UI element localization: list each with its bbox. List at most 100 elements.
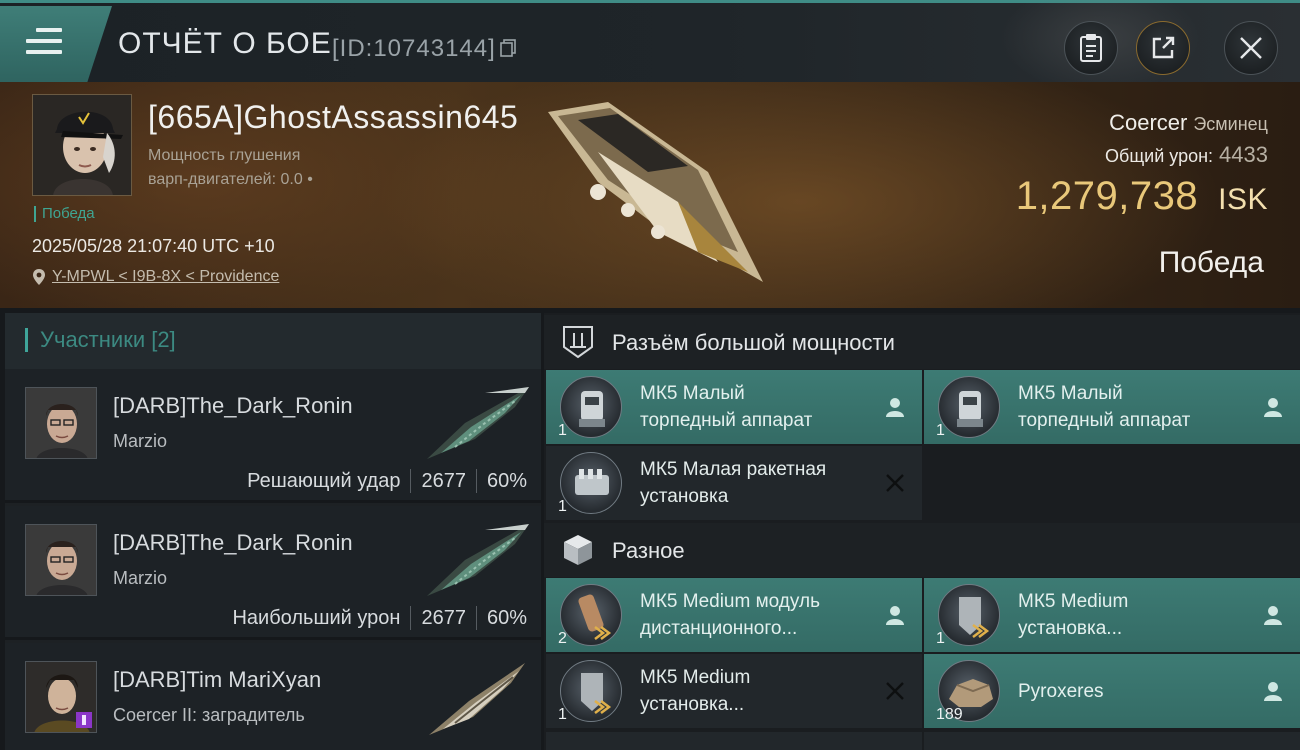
fitting-slot-partial[interactable] — [924, 732, 1300, 750]
pilot-name[interactable]: [665A]GhostAssassin645 — [148, 99, 518, 136]
participant-portrait-icon — [26, 388, 96, 458]
slot-name-line-1: МК5 Medium модуль — [640, 591, 820, 612]
remote-module-icon — [560, 584, 622, 646]
torpedo-launcher-icon — [938, 376, 1000, 438]
clipboard-icon — [1080, 34, 1102, 62]
damage-value: 4433 — [1219, 142, 1268, 167]
isk-value: 1,279,738 ISK — [1016, 174, 1268, 219]
slot-quantity: 1 — [936, 630, 945, 647]
warp-line-2: варп-двигателей: 0.0 — [148, 171, 303, 188]
participant-avatar[interactable] — [25, 387, 97, 459]
participant-role: Решающий удар — [247, 469, 401, 492]
participant-ship-icon — [427, 524, 529, 596]
high-power-section-header: Разъём большой мощности — [544, 315, 1300, 369]
participant-row[interactable]: [DARB]The_Dark_Ronin Marzio Наибольший у… — [5, 506, 541, 640]
participant-avatar[interactable] — [25, 661, 97, 733]
slot-name: МК5 Medium модуль дистанционного... — [640, 588, 870, 642]
participant-avatar[interactable] — [25, 524, 97, 596]
ship-type[interactable]: Coercer Эсминец — [1109, 110, 1268, 136]
location-link[interactable]: Y-MPWL < I9B-8X < Providence — [32, 268, 279, 286]
copy-icon[interactable] — [500, 39, 516, 57]
participant-percent: 60% — [486, 606, 527, 629]
slot-quantity: 1 — [936, 422, 945, 439]
owner-person-icon — [1264, 606, 1282, 625]
participant-damage: 2677 — [421, 606, 466, 629]
top-bar: ОТЧЁТ О БОЕ [ID:10743144] — [0, 0, 1300, 93]
pilot-avatar[interactable] — [32, 94, 132, 196]
slot-name-line-1: МК5 Малая ракетная — [640, 459, 827, 480]
fitting-slot[interactable]: 2 МК5 Medium модуль дистанционного... — [546, 578, 922, 652]
clipboard-button[interactable] — [1064, 21, 1118, 75]
warp-disruption-label: Мощность глушения варп-двигателей: 0.0 • — [148, 144, 368, 192]
participant-stats: Решающий удар 2677 60% — [247, 469, 527, 493]
warp-line-2-wrap: варп-двигателей: 0.0 • — [148, 168, 368, 192]
slot-name: МК5 Малая ракетная установка — [640, 456, 870, 510]
section-title: Разное — [612, 538, 685, 563]
isk-amount: 1,279,738 — [1015, 174, 1199, 218]
hamburger-icon — [26, 28, 62, 58]
owner-person-icon — [886, 606, 904, 625]
participant-name[interactable]: [DARB]Tim MariXyan — [113, 667, 321, 693]
divider — [410, 469, 412, 493]
high-power-slot-icon — [563, 326, 593, 359]
battle-outcome: Победа — [1158, 246, 1264, 279]
torpedo-launcher-icon — [560, 376, 622, 438]
fitting-slot[interactable]: 1 МК5 Medium установка... — [924, 578, 1300, 652]
slot-quantity: 2 — [558, 630, 567, 647]
slot-name-line-2: торпедный аппарат — [1018, 410, 1191, 431]
divider — [475, 469, 477, 493]
slot-name-line-2: установка... — [1018, 618, 1123, 639]
menu-button[interactable] — [0, 6, 112, 82]
close-icon — [1240, 37, 1262, 59]
misc-section-header: Разное — [544, 523, 1300, 577]
slot-name-line-1: МК5 Medium — [640, 667, 751, 688]
close-icon — [886, 682, 904, 700]
fitting-slot[interactable]: 1 МК5 Medium установка... — [546, 654, 922, 728]
fitting-slot[interactable]: 1 МК5 Малый торпедный аппарат — [546, 370, 922, 444]
slot-name: МК5 Medium установка... — [1018, 588, 1248, 642]
slot-name-line-2: установка... — [640, 694, 745, 715]
participant-name[interactable]: [DARB]The_Dark_Ronin — [113, 530, 353, 556]
share-button[interactable] — [1136, 21, 1190, 75]
slot-name: МК5 Medium установка... — [640, 664, 870, 718]
participant-ship: Marzio — [113, 431, 168, 451]
slot-name-line-2: торпедный аппарат — [640, 410, 813, 431]
close-icon — [886, 474, 904, 492]
participant-ship-icon — [429, 663, 525, 735]
ship-name[interactable]: Coercer — [1109, 110, 1187, 135]
fitting-slot[interactable]: 189 Pyroxeres — [924, 654, 1300, 728]
warp-line-1: Мощность глушения — [148, 147, 301, 164]
isk-unit: ISK — [1218, 183, 1268, 216]
slot-quantity: 1 — [558, 498, 567, 515]
slot-name: Pyroxeres — [1018, 678, 1248, 705]
fitting-panel: Разъём большой мощности 1 МК5 Малый торп… — [544, 313, 1300, 750]
fitting-slot-partial[interactable] — [546, 732, 922, 750]
location-text[interactable]: Y-MPWL < I9B-8X < Providence — [52, 268, 279, 286]
cube-icon — [564, 535, 592, 565]
slot-name: МК5 Малый торпедный аппарат — [1018, 380, 1248, 434]
participant-portrait-icon — [26, 662, 96, 732]
slot-name-line-2: установка — [640, 486, 729, 507]
owner-person-icon — [1264, 682, 1282, 701]
participant-row[interactable]: [DARB]Tim MariXyan Coercer II: заградите… — [5, 643, 541, 750]
result-tag: Победа — [34, 206, 95, 222]
page-title: ОТЧЁТ О БОЕ — [118, 27, 332, 60]
ship-class: Эсминец — [1193, 114, 1268, 134]
participant-row[interactable]: [DARB]The_Dark_Ronin Marzio Решающий уда… — [5, 369, 541, 503]
participants-panel: Участники [2] [DARB]The_Dark_Ronin Marzi… — [5, 313, 541, 750]
owner-person-icon — [886, 398, 904, 417]
armor-module-icon — [560, 660, 622, 722]
participants-header: Участники [2] — [5, 313, 541, 369]
participant-name[interactable]: [DARB]The_Dark_Ronin — [113, 393, 353, 419]
damage-label: Общий урон: — [1105, 146, 1214, 166]
owner-person-icon — [1264, 398, 1282, 417]
participant-percent: 60% — [486, 469, 527, 492]
participant-ship-icon — [427, 387, 529, 459]
slot-name-line-1: МК5 Малый — [640, 383, 745, 404]
missile-launcher-icon — [560, 452, 622, 514]
slot-quantity: 1 — [558, 422, 567, 439]
slot-quantity: 1 — [558, 706, 567, 723]
fitting-slot[interactable]: 1 МК5 Малая ракетная установка — [546, 446, 922, 520]
close-button[interactable] — [1224, 21, 1278, 75]
fitting-slot[interactable]: 1 МК5 Малый торпедный аппарат — [924, 370, 1300, 444]
